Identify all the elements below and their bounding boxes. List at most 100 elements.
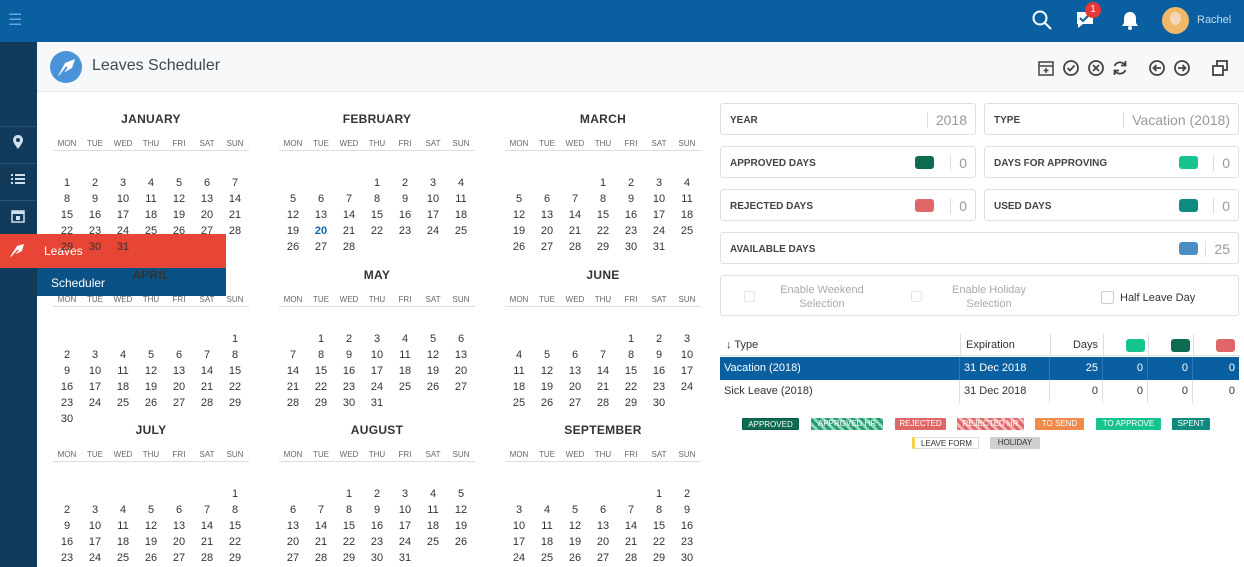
calendar-day[interactable]: 4 <box>109 349 137 361</box>
calendar-day[interactable]: 5 <box>419 333 447 345</box>
calendar-day[interactable]: 11 <box>109 365 137 377</box>
calendar-day[interactable]: 29 <box>645 552 673 564</box>
calendar-day[interactable]: 18 <box>505 381 533 393</box>
calendar-day[interactable]: 7 <box>335 193 363 205</box>
avatar[interactable] <box>1162 7 1189 34</box>
calendar-day[interactable]: 14 <box>561 209 589 221</box>
calendar-day[interactable]: 3 <box>363 333 391 345</box>
calendar-day[interactable]: 28 <box>617 552 645 564</box>
calendar-day[interactable]: 22 <box>221 536 249 548</box>
calendar-day[interactable]: 16 <box>391 209 419 221</box>
calendar-day[interactable]: 8 <box>335 504 363 516</box>
calendar-day[interactable]: 7 <box>561 193 589 205</box>
calendar-day[interactable]: 24 <box>81 552 109 564</box>
calendar-day[interactable]: 21 <box>193 536 221 548</box>
calendar-day[interactable]: 20 <box>307 225 335 237</box>
calendar-day[interactable]: 22 <box>589 225 617 237</box>
calendar-day[interactable]: 8 <box>307 349 335 361</box>
calendar-day[interactable]: 15 <box>221 365 249 377</box>
calendar-day[interactable]: 30 <box>363 552 391 564</box>
calendar-day[interactable]: 1 <box>589 177 617 189</box>
calendar-day[interactable]: 8 <box>363 193 391 205</box>
calendar-day[interactable]: 30 <box>617 241 645 253</box>
calendar-day[interactable]: 4 <box>673 177 701 189</box>
window-icon[interactable] <box>1211 59 1229 77</box>
calendar-day[interactable]: 17 <box>505 536 533 548</box>
calendar-day[interactable]: 6 <box>561 349 589 361</box>
calendar-day[interactable]: 9 <box>53 365 81 377</box>
calendar-day[interactable]: 12 <box>137 365 165 377</box>
calendar-day[interactable]: 6 <box>533 193 561 205</box>
calendar-day[interactable]: 15 <box>307 365 335 377</box>
weekend-selection-checkbox[interactable] <box>744 291 755 302</box>
calendar-day[interactable]: 5 <box>279 193 307 205</box>
calendar-day[interactable]: 17 <box>645 209 673 221</box>
calendar-day[interactable]: 4 <box>137 177 165 189</box>
calendar-day[interactable]: 6 <box>165 504 193 516</box>
calendar-day[interactable]: 17 <box>109 209 137 221</box>
calendar-add-icon[interactable] <box>1037 59 1055 77</box>
calendar-day[interactable]: 29 <box>307 397 335 409</box>
calendar-day[interactable]: 7 <box>589 349 617 361</box>
calendar-day[interactable]: 16 <box>53 381 81 393</box>
calendar-day[interactable]: 12 <box>447 504 475 516</box>
calendar-day[interactable]: 25 <box>505 397 533 409</box>
calendar-day[interactable]: 16 <box>645 365 673 377</box>
calendar-day[interactable]: 25 <box>447 225 475 237</box>
calendar-day[interactable]: 28 <box>307 552 335 564</box>
menu-icon[interactable]: ☰ <box>8 10 22 30</box>
calendar-day[interactable]: 10 <box>363 349 391 361</box>
calendar-day[interactable]: 18 <box>109 381 137 393</box>
calendar-day[interactable]: 28 <box>335 241 363 253</box>
calendar-day[interactable]: 28 <box>193 397 221 409</box>
calendar-day[interactable]: 10 <box>645 193 673 205</box>
calendar-day[interactable]: 12 <box>137 520 165 532</box>
calendar-day[interactable]: 29 <box>53 241 81 253</box>
calendar-day[interactable]: 5 <box>447 488 475 500</box>
calendar-day[interactable]: 3 <box>419 177 447 189</box>
calendar-day[interactable]: 12 <box>419 349 447 361</box>
column-header-days[interactable]: Days <box>1050 334 1103 356</box>
calendar-day[interactable]: 29 <box>335 552 363 564</box>
calendar-day[interactable]: 31 <box>363 397 391 409</box>
calendar-day[interactable]: 26 <box>137 397 165 409</box>
calendar-day[interactable]: 24 <box>419 225 447 237</box>
calendar-day[interactable]: 9 <box>617 193 645 205</box>
calendar-day[interactable]: 11 <box>505 365 533 377</box>
calendar-day[interactable]: 17 <box>419 209 447 221</box>
calendar-day[interactable]: 30 <box>81 241 109 253</box>
calendar-day[interactable]: 20 <box>589 536 617 548</box>
calendar-day[interactable]: 10 <box>109 193 137 205</box>
calendar-day[interactable]: 16 <box>53 536 81 548</box>
calendar-day[interactable]: 19 <box>165 209 193 221</box>
calendar-day[interactable]: 3 <box>645 177 673 189</box>
calendar-day[interactable]: 19 <box>419 365 447 377</box>
calendar-day[interactable]: 9 <box>81 193 109 205</box>
calendar-day[interactable]: 22 <box>53 225 81 237</box>
calendar-day[interactable]: 12 <box>533 365 561 377</box>
calendar-day[interactable]: 21 <box>193 381 221 393</box>
calendar-day[interactable]: 2 <box>673 488 701 500</box>
calendar-day[interactable]: 26 <box>165 225 193 237</box>
calendar-day[interactable]: 25 <box>391 381 419 393</box>
calendar-day[interactable]: 26 <box>137 552 165 564</box>
calendar-day[interactable]: 21 <box>589 381 617 393</box>
calendar-day[interactable]: 6 <box>193 177 221 189</box>
arrow-right-icon[interactable] <box>1173 59 1191 77</box>
calendar-day[interactable]: 18 <box>673 209 701 221</box>
calendar-day[interactable]: 17 <box>81 536 109 548</box>
calendar-day[interactable]: 18 <box>391 365 419 377</box>
calendar-day[interactable]: 14 <box>193 365 221 377</box>
calendar-day[interactable]: 26 <box>447 536 475 548</box>
calendar-day[interactable]: 30 <box>335 397 363 409</box>
calendar-day[interactable]: 11 <box>109 520 137 532</box>
calendar-day[interactable]: 16 <box>363 520 391 532</box>
calendar-day[interactable]: 2 <box>645 333 673 345</box>
calendar-day[interactable]: 20 <box>561 381 589 393</box>
calendar-day[interactable]: 30 <box>645 397 673 409</box>
calendar-day[interactable]: 8 <box>221 349 249 361</box>
calendar-day[interactable]: 26 <box>533 397 561 409</box>
calendar-day[interactable]: 2 <box>617 177 645 189</box>
calendar-day[interactable]: 25 <box>533 552 561 564</box>
calendar-day[interactable]: 11 <box>673 193 701 205</box>
